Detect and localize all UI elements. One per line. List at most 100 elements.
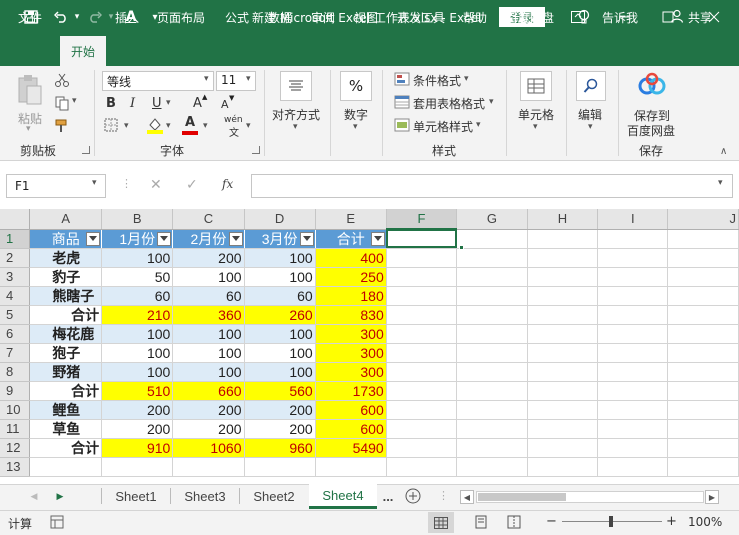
total-cell[interactable]: 250 — [315, 267, 387, 287]
cell[interactable] — [527, 324, 599, 344]
page-layout-view-icon[interactable] — [474, 515, 488, 532]
hscroll-right-icon[interactable]: ▶ — [705, 490, 719, 504]
cut-icon[interactable] — [54, 72, 70, 91]
tab-file[interactable]: 文件 — [18, 7, 42, 29]
fill-handle[interactable] — [459, 245, 464, 250]
value-cell[interactable]: 200 — [244, 419, 316, 439]
cell[interactable] — [667, 324, 739, 344]
tab-developer[interactable]: 开发工具 — [397, 7, 445, 29]
cell[interactable] — [527, 305, 599, 325]
value-cell[interactable]: 100 — [244, 324, 316, 344]
cell[interactable] — [527, 438, 599, 458]
cell[interactable] — [386, 324, 458, 344]
name-box-dropdown-icon[interactable]: ▾ — [92, 178, 97, 188]
column-header[interactable]: D — [244, 209, 316, 230]
cell[interactable] — [667, 438, 739, 458]
font-color-button[interactable]: A — [181, 115, 199, 135]
cell[interactable] — [597, 248, 669, 268]
total-cell[interactable]: 300 — [315, 324, 387, 344]
cell[interactable] — [527, 381, 599, 401]
copy-icon[interactable] — [54, 95, 70, 114]
cell[interactable] — [386, 438, 458, 458]
row-header[interactable]: 7 — [0, 343, 31, 363]
value-cell[interactable]: 200 — [101, 400, 174, 420]
save-to-baidu-line2[interactable]: 百度网盘 — [627, 122, 675, 139]
lightbulb-icon[interactable] — [578, 7, 590, 29]
cell[interactable] — [527, 286, 599, 306]
value-cell[interactable]: 100 — [101, 248, 174, 268]
cell[interactable] — [527, 400, 599, 420]
editing-button[interactable]: 编辑 — [578, 106, 602, 123]
total-cell[interactable]: 600 — [315, 400, 387, 420]
column-header[interactable]: C — [172, 209, 245, 230]
cell[interactable] — [667, 267, 739, 287]
sheet-tab[interactable]: Sheet3 — [171, 484, 239, 508]
row-header[interactable]: 11 — [0, 419, 31, 439]
bold-button[interactable]: B — [106, 96, 116, 111]
active-cell[interactable] — [386, 229, 458, 249]
cell[interactable] — [667, 286, 739, 306]
number-dropdown-icon[interactable]: ▾ — [353, 122, 358, 132]
select-all-corner[interactable] — [0, 209, 31, 230]
cell[interactable] — [597, 457, 669, 477]
column-header[interactable]: H — [527, 209, 599, 230]
column-header[interactable]: G — [456, 209, 528, 230]
format-as-table-button[interactable]: 套用表格格式 — [413, 95, 485, 112]
tab-split-grip-icon[interactable]: ⋮ — [438, 489, 449, 502]
underline-dropdown-icon[interactable]: ▾ — [166, 98, 171, 108]
cell[interactable] — [101, 457, 174, 477]
row-header[interactable]: 5 — [0, 305, 31, 325]
worksheet-grid[interactable]: A B C D E F G H I J 1 商品 1月份 2月份 3月份 合计 — [0, 209, 739, 484]
cell-styles-button[interactable]: 单元格样式 — [413, 118, 473, 135]
cell[interactable] — [456, 400, 528, 420]
header-cell[interactable]: 3月份 — [244, 229, 316, 249]
more-sheets-button[interactable]: ... — [380, 484, 396, 508]
cell[interactable] — [456, 381, 528, 401]
conditional-format-dropdown-icon[interactable]: ▾ — [464, 74, 469, 84]
sheet-tab-active[interactable]: Sheet4 — [309, 484, 377, 509]
filter-dropdown-icon[interactable] — [370, 231, 385, 246]
cell[interactable] — [386, 381, 458, 401]
cell[interactable] — [667, 457, 739, 477]
row-header[interactable]: 3 — [0, 267, 31, 287]
item-name-cell[interactable]: 野猪 — [29, 362, 103, 382]
cell[interactable] — [456, 419, 528, 439]
subtotal-cell[interactable]: 910 — [101, 438, 174, 458]
cell-styles-dropdown-icon[interactable]: ▾ — [476, 120, 481, 130]
cell[interactable] — [386, 362, 458, 382]
filter-dropdown-icon[interactable] — [157, 231, 172, 246]
column-header[interactable]: I — [597, 209, 669, 230]
cell[interactable] — [456, 343, 528, 363]
item-name-cell[interactable]: 豹子 — [29, 267, 103, 287]
borders-icon[interactable] — [104, 118, 118, 135]
cell[interactable] — [667, 400, 739, 420]
zoom-slider-thumb[interactable] — [609, 516, 613, 527]
tab-review[interactable]: 审阅 — [311, 7, 335, 29]
value-cell[interactable]: 100 — [172, 267, 245, 287]
formula-input[interactable] — [251, 174, 733, 198]
tab-help[interactable]: 帮助 — [463, 7, 487, 29]
expand-formula-bar-icon[interactable]: ▾ — [718, 178, 723, 188]
value-cell[interactable]: 200 — [101, 419, 174, 439]
total-cell[interactable]: 180 — [315, 286, 387, 306]
alignment-button[interactable]: 对齐方式 — [272, 106, 320, 123]
cell[interactable] — [29, 457, 103, 477]
cell[interactable] — [527, 267, 599, 287]
column-header[interactable]: B — [101, 209, 174, 230]
row-header[interactable]: 10 — [0, 400, 31, 420]
baidu-netdisk-icon[interactable] — [638, 72, 666, 101]
value-cell[interactable]: 100 — [172, 343, 245, 363]
cell[interactable] — [456, 438, 528, 458]
font-launcher-icon[interactable] — [252, 146, 260, 154]
grow-font-button[interactable]: A — [193, 96, 202, 111]
cell-mode-icon[interactable] — [50, 515, 64, 532]
hscroll-left-icon[interactable]: ◀ — [460, 490, 474, 504]
confirm-entry-icon[interactable]: ✓ — [186, 177, 198, 193]
item-name-cell[interactable]: 鲤鱼 — [29, 400, 103, 420]
cell[interactable] — [667, 305, 739, 325]
cell[interactable] — [386, 286, 458, 306]
value-cell[interactable]: 60 — [244, 286, 316, 306]
editing-dropdown-icon[interactable]: ▾ — [588, 122, 593, 132]
filter-dropdown-icon[interactable] — [86, 231, 101, 246]
shrink-font-button[interactable]: A — [221, 98, 229, 111]
